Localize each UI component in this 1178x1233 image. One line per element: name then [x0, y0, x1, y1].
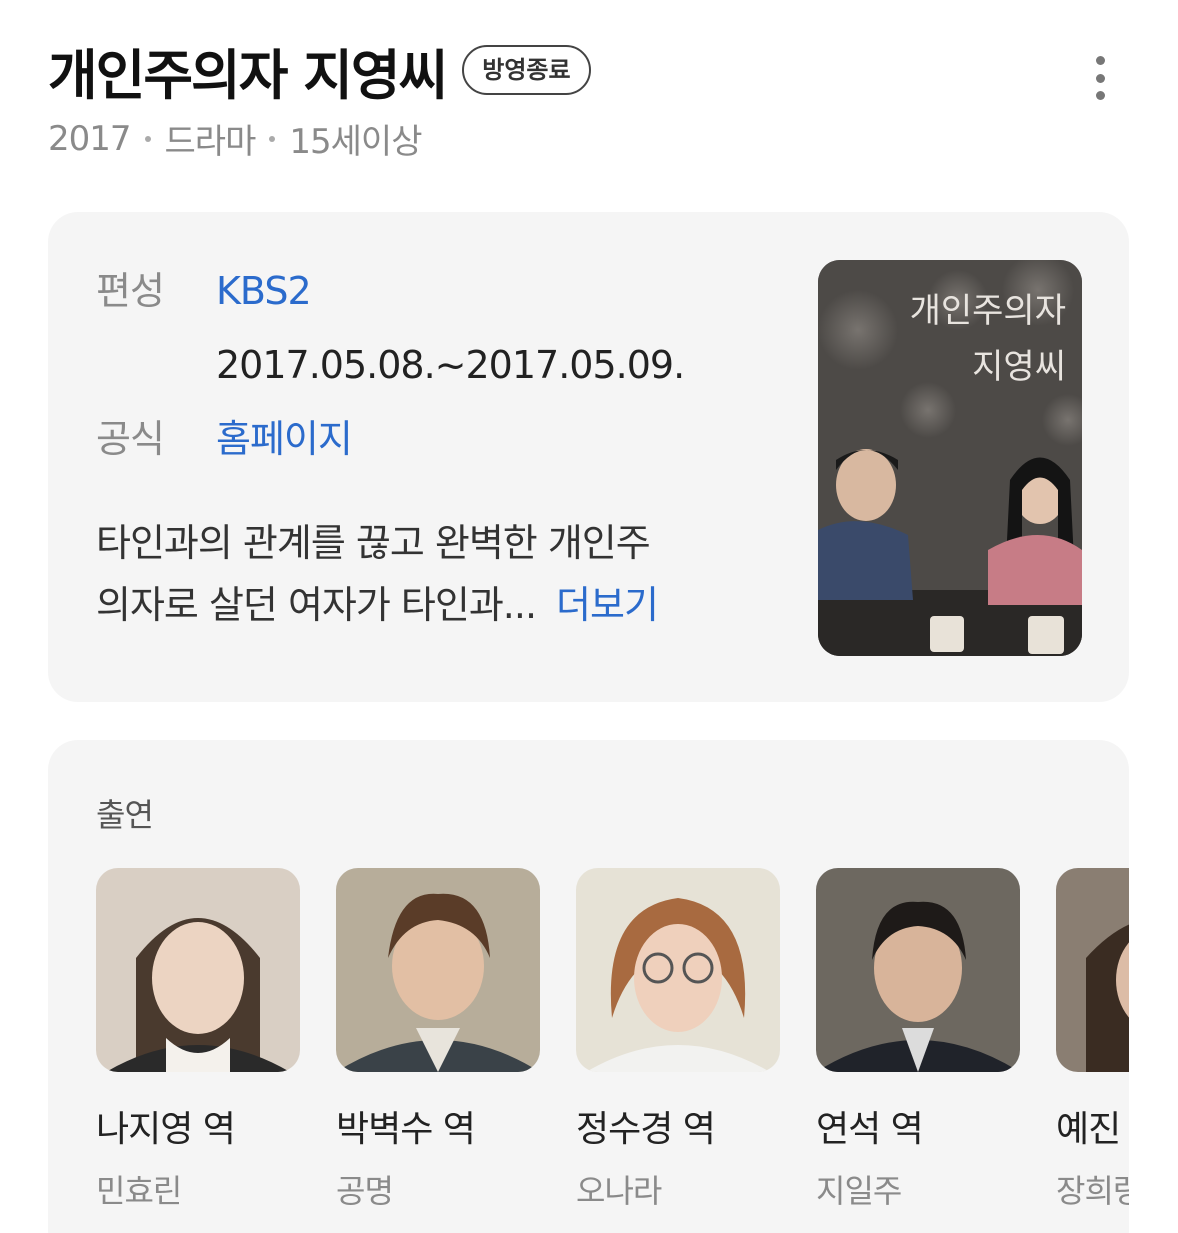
- cast-photo: [336, 868, 540, 1072]
- synopsis: 타인과의 관계를 끊고 완벽한 개인주 의자로 살던 여자가 타인과... 더보기: [96, 512, 786, 636]
- cast-item[interactable]: 연석 역 지일주: [816, 868, 1020, 1208]
- synopsis-line: 의자로 살던 여자가 타인과... 더보기: [96, 574, 786, 636]
- more-dot: [1095, 56, 1105, 65]
- more-link[interactable]: 더보기: [556, 583, 659, 627]
- cast-role: 정수경 역: [576, 1109, 716, 1150]
- cast-photo: [576, 868, 780, 1072]
- meta-genre: 드라마: [164, 122, 257, 162]
- poster-illustration: 개인주의자 지영씨: [818, 260, 1082, 656]
- page-title: 개인주의자 지영씨: [48, 43, 448, 107]
- meta-year: 2017: [48, 118, 132, 159]
- meta-row: 2017 드라마 15세이상: [48, 114, 1138, 163]
- cast-role: 박벽수 역: [336, 1109, 476, 1150]
- info-card: 편성 KBS2 2017.05.08.~2017.05.09. 공식 홈페이지 …: [48, 212, 1129, 702]
- poster-title-line2: 지영씨: [972, 347, 1066, 387]
- cast-role: 나지영 역: [96, 1109, 236, 1150]
- cast-actor: 공명: [336, 1172, 394, 1208]
- cast-portrait: [96, 868, 300, 1072]
- cast-actor: 민효린: [96, 1172, 182, 1208]
- broadcast-label: 편성: [96, 269, 165, 313]
- info-rows: 편성 KBS2 2017.05.08.~2017.05.09. 공식 홈페이지: [96, 262, 776, 468]
- cast-item[interactable]: 예진 장희령: [1056, 868, 1129, 1208]
- title-row: 개인주의자 지영씨 방영종료: [48, 30, 1138, 110]
- cast-actor: 오나라: [576, 1172, 662, 1208]
- synopsis-line-text: 의자로 살던 여자가 타인과...: [96, 583, 537, 627]
- more-dot: [1095, 73, 1105, 83]
- header: 개인주의자 지영씨 방영종료 2017 드라마 15세이상: [48, 30, 1138, 170]
- cast-item[interactable]: 정수경 역 오나라: [576, 868, 780, 1208]
- cast-role: 예진: [1056, 1109, 1121, 1150]
- synopsis-line: 타인과의 관계를 끊고 완벽한 개인주: [96, 521, 651, 565]
- cast-photo: [1056, 868, 1129, 1072]
- official-row: 공식 홈페이지: [96, 410, 776, 468]
- cast-item[interactable]: 박벽수 역 공명: [336, 868, 540, 1208]
- poster-image[interactable]: 개인주의자 지영씨: [818, 260, 1082, 656]
- cast-photo: [96, 868, 300, 1072]
- drama-info-page: 개인주의자 지영씨 방영종료 2017 드라마 15세이상 편성 KBS2 20…: [0, 0, 1178, 1233]
- more-dot: [1095, 91, 1105, 100]
- air-dates: 2017.05.08.~2017.05.09.: [216, 343, 685, 387]
- cast-list[interactable]: 나지영 역 민효린 박벽수 역 공명 정수경 역 오나라 연석 역 지일주 예진…: [96, 868, 1129, 1208]
- cast-heading: 출연: [96, 796, 154, 834]
- cast-portrait: [1056, 868, 1129, 1072]
- cast-actor: 장희령: [1056, 1172, 1129, 1208]
- cast-portrait: [336, 868, 540, 1072]
- broadcast-channel-link[interactable]: KBS2: [216, 262, 312, 320]
- official-label: 공식: [96, 417, 165, 461]
- cast-card: 출연 나지영 역 민효린 박벽수 역 공명 정수경 역 오나라 연석 역 지일주…: [48, 740, 1129, 1233]
- air-dates-row: 2017.05.08.~2017.05.09.: [96, 336, 776, 394]
- meta-rating: 15세이상: [289, 122, 422, 162]
- cast-photo: [816, 868, 1020, 1072]
- more-options-icon[interactable]: [1090, 56, 1110, 100]
- homepage-link[interactable]: 홈페이지: [216, 410, 353, 468]
- meta-separator: [144, 135, 151, 142]
- meta-separator: [269, 135, 276, 142]
- cast-item[interactable]: 나지영 역 민효린: [96, 868, 300, 1208]
- cast-portrait: [816, 868, 1020, 1072]
- broadcast-row: 편성 KBS2: [96, 262, 776, 320]
- status-badge: 방영종료: [462, 45, 591, 95]
- cast-role: 연석 역: [816, 1109, 924, 1150]
- poster-title-line1: 개인주의자: [910, 291, 1066, 331]
- cast-actor: 지일주: [816, 1172, 902, 1208]
- cast-portrait: [576, 868, 780, 1072]
